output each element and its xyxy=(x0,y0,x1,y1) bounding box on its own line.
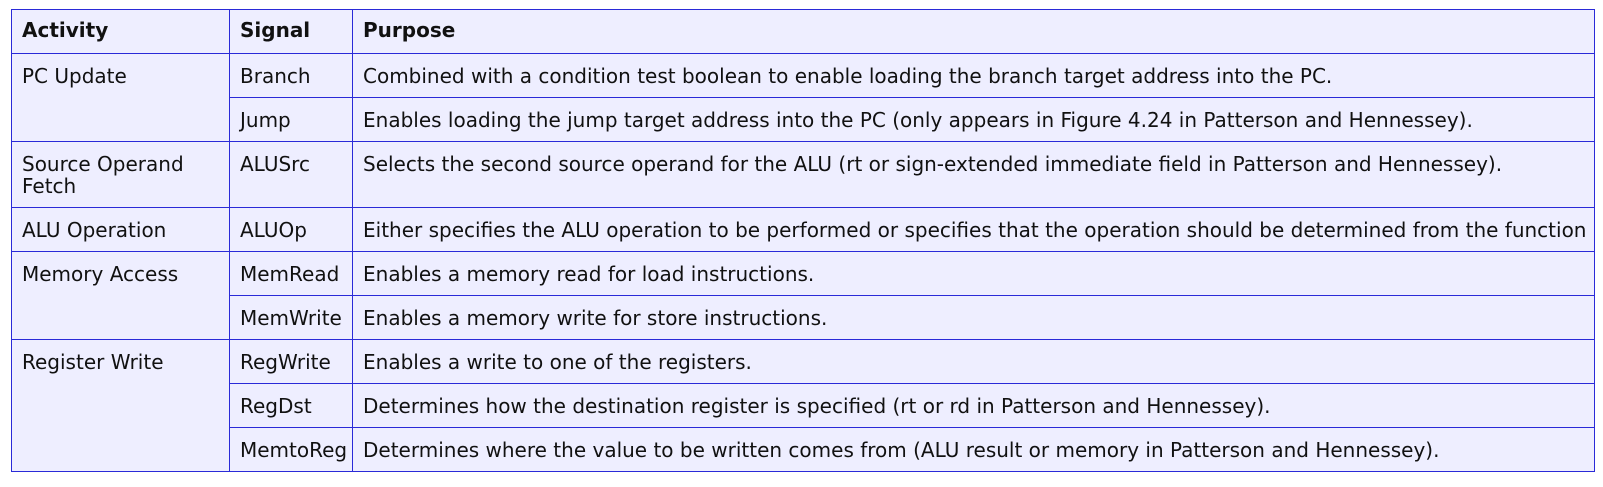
purpose-cell: Combined with a condition test boolean t… xyxy=(352,53,1595,98)
table-row: Jump Enables loading the jump target add… xyxy=(12,97,1595,142)
signal-cell: ALUOp xyxy=(229,207,353,252)
purpose-cell: Enables a write to one of the registers. xyxy=(352,339,1595,384)
header-signal: Signal xyxy=(229,9,353,54)
signal-cell: MemRead xyxy=(229,251,353,296)
table-row: MemWrite Enables a memory write for stor… xyxy=(12,295,1595,340)
signal-cell: RegDst xyxy=(229,383,353,428)
control-signals-table-container: Activity Signal Purpose PC Update Branch… xyxy=(11,9,1595,472)
header-purpose: Purpose xyxy=(352,9,1595,54)
activity-cell: ALU Operation xyxy=(11,207,230,252)
table-row: ALU Operation ALUOp Either specifies the… xyxy=(11,207,1595,252)
activity-cell: Source Operand Fetch xyxy=(11,141,230,208)
activity-cell: Register Write xyxy=(11,339,230,472)
table-row: PC Update Branch Combined with a conditi… xyxy=(11,53,1595,142)
activity-cell: PC Update xyxy=(11,53,230,142)
control-signals-table: Activity Signal Purpose PC Update Branch… xyxy=(11,9,1595,472)
table-row: Memory Access MemRead Enables a memory r… xyxy=(11,251,1595,340)
signal-cell: RegWrite xyxy=(229,339,353,384)
table-row: Register Write RegWrite Enables a write … xyxy=(11,339,1595,472)
signal-cell: MemWrite xyxy=(229,295,353,340)
purpose-cell: Determines how the destination register … xyxy=(352,383,1595,428)
purpose-cell: Determines where the value to be written… xyxy=(352,427,1595,472)
header-activity: Activity xyxy=(11,9,230,54)
signal-cell: Jump xyxy=(229,97,353,142)
signal-cell: ALUSrc xyxy=(229,141,353,208)
purpose-cell: Enables loading the jump target address … xyxy=(352,97,1595,142)
purpose-cell: Enables a memory write for store instruc… xyxy=(352,295,1595,340)
purpose-cell: Either specifies the ALU operation to be… xyxy=(352,207,1595,252)
table-row: RegDst Determines how the destination re… xyxy=(12,383,1595,428)
table-row: MemtoReg Determines where the value to b… xyxy=(12,427,1595,472)
signal-cell: MemtoReg xyxy=(229,427,353,472)
signal-cell: Branch xyxy=(229,53,353,98)
activity-cell: Memory Access xyxy=(11,251,230,340)
table-header-row: Activity Signal Purpose xyxy=(11,9,1595,54)
purpose-cell: Enables a memory read for load instructi… xyxy=(352,251,1595,296)
table-row: Source Operand Fetch ALUSrc Selects the … xyxy=(11,141,1595,208)
purpose-cell: Selects the second source operand for th… xyxy=(352,141,1595,208)
